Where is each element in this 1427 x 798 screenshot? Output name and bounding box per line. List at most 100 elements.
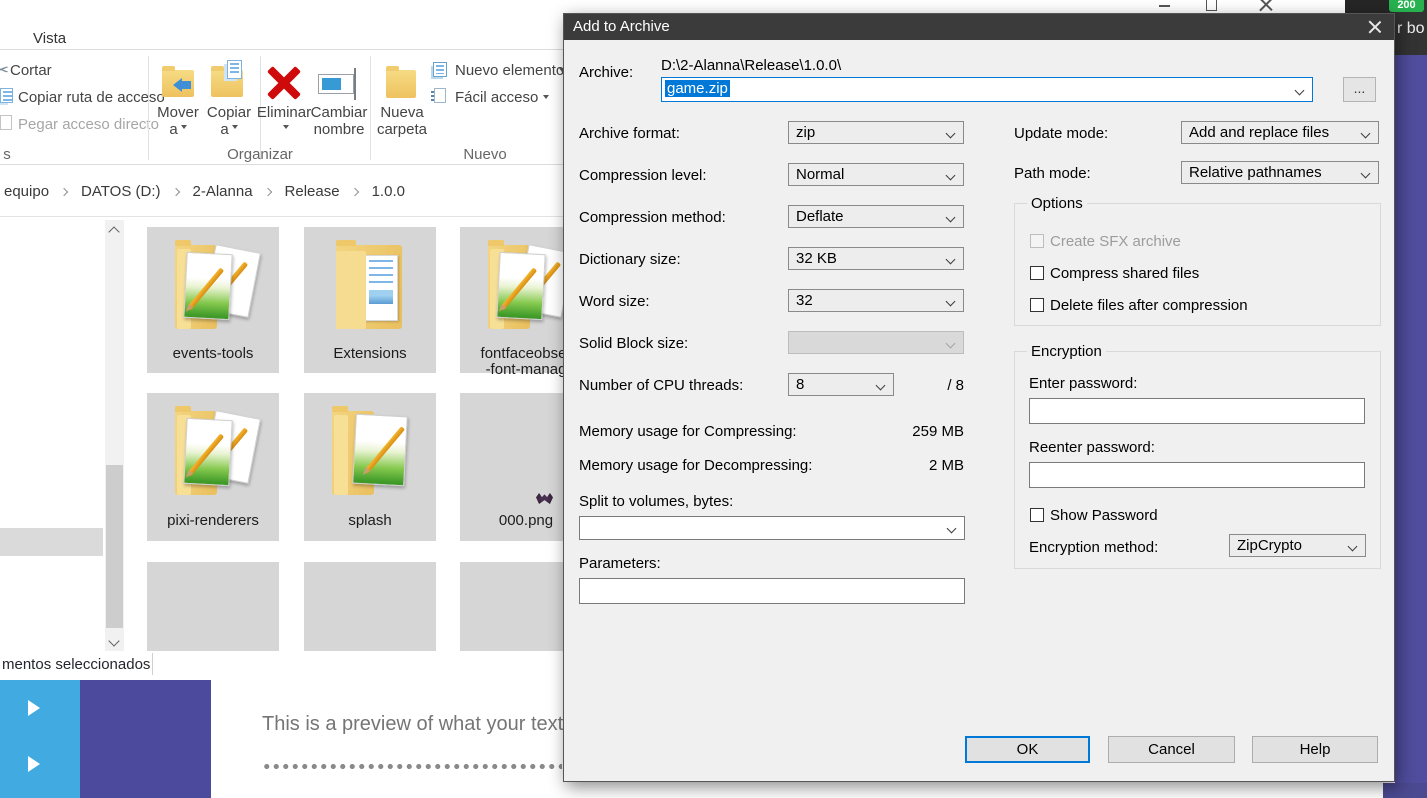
browse-button[interactable]: ... xyxy=(1343,77,1376,102)
chevron-down-icon xyxy=(1361,129,1371,139)
file-name: Extensions xyxy=(304,346,436,362)
archive-name-combobox[interactable]: game.zip xyxy=(661,77,1313,102)
ribbon-copy-path-button[interactable]: Copiar ruta de acceso xyxy=(18,89,165,106)
update-mode-select[interactable]: Add and replace files xyxy=(1181,121,1379,144)
ok-button[interactable]: OK xyxy=(965,736,1090,763)
cpu-threads-select[interactable]: 8 xyxy=(788,373,894,396)
tab-vista[interactable]: Vista xyxy=(33,30,66,47)
vertical-scrollbar[interactable] xyxy=(105,220,124,651)
preview-purple-panel xyxy=(80,680,211,798)
play-arrow-icon[interactable] xyxy=(28,756,48,772)
new-item-icon xyxy=(433,62,447,77)
file-tile[interactable]: splash xyxy=(304,393,436,541)
folder-notepad-icon xyxy=(476,235,576,339)
compression-method-label: Compression method: xyxy=(579,209,726,226)
encryption-groupbox: Encryption Enter password: Reenter passw… xyxy=(1014,351,1381,569)
file-tile[interactable]: Extensions xyxy=(304,227,436,373)
breadcrumb-item[interactable]: Release xyxy=(283,181,342,202)
play-arrow-icon[interactable] xyxy=(28,700,48,716)
ribbon-cut-button[interactable]: Cortar xyxy=(10,62,52,79)
dialog-titlebar[interactable]: Add to Archive xyxy=(564,14,1394,40)
folder-notepad-icon xyxy=(163,235,263,339)
path-mode-select[interactable]: Relative pathnames xyxy=(1181,161,1379,184)
scroll-up-icon[interactable] xyxy=(108,226,119,237)
chevron-down-icon xyxy=(946,255,956,265)
split-volumes-combobox[interactable] xyxy=(579,516,965,540)
scrollbar-thumb[interactable] xyxy=(106,465,123,628)
archive-format-select[interactable]: zip xyxy=(788,121,964,144)
dialog-close-icon[interactable] xyxy=(1366,19,1382,35)
minimize-icon[interactable] xyxy=(1159,5,1170,7)
image-file-icon xyxy=(476,401,576,505)
preview-blue-panel xyxy=(0,680,80,798)
chevron-down-icon xyxy=(946,129,956,139)
folder-notepad-icon xyxy=(320,401,420,505)
preview-text: This is a preview of what your text xyxy=(262,713,563,736)
cpu-threads-max: / 8 xyxy=(914,377,964,394)
nav-pane-selected-item[interactable] xyxy=(0,528,103,556)
delete-after-checkbox[interactable] xyxy=(1030,298,1044,312)
encryption-method-label: Encryption method: xyxy=(1029,539,1158,556)
easy-access-icon xyxy=(434,88,446,103)
create-sfx-checkbox xyxy=(1030,234,1044,248)
maximize-icon[interactable] xyxy=(1206,0,1217,11)
chevron-down-icon xyxy=(946,171,956,181)
dropdown-arrow-icon xyxy=(232,125,238,132)
compression-level-label: Compression level: xyxy=(579,167,707,184)
add-to-archive-dialog: Add to Archive Archive: D:\2-Alanna\Rele… xyxy=(563,13,1395,782)
cpu-threads-label: Number of CPU threads: xyxy=(579,377,743,394)
chevron-down-icon xyxy=(876,381,886,391)
parameters-input[interactable] xyxy=(579,578,965,604)
background-text-fragment: r bo xyxy=(1397,20,1425,38)
compress-shared-checkbox[interactable] xyxy=(1030,266,1044,280)
file-name: pixi-renderers xyxy=(147,513,279,529)
word-size-label: Word size: xyxy=(579,293,650,310)
reenter-password-input[interactable] xyxy=(1029,462,1365,488)
new-folder-icon xyxy=(386,70,416,98)
breadcrumb: equipo DATOS (D:) 2-Alanna Release 1.0.0 xyxy=(2,181,407,202)
file-tile[interactable]: pixi-renderers xyxy=(147,393,279,541)
show-password-label: Show Password xyxy=(1050,507,1158,524)
cancel-button[interactable]: Cancel xyxy=(1108,736,1235,763)
archive-filename: game.zip xyxy=(665,80,730,97)
scroll-down-icon[interactable] xyxy=(108,635,119,646)
file-name: events-tools xyxy=(147,346,279,362)
breadcrumb-item[interactable]: 2-Alanna xyxy=(191,181,255,202)
archive-directory: D:\2-Alanna\Release\1.0.0\ xyxy=(661,57,841,74)
status-separator xyxy=(152,653,153,675)
chevron-down-icon xyxy=(946,213,956,223)
bat-icon xyxy=(536,493,553,504)
chevron-down-icon[interactable] xyxy=(1295,86,1305,96)
archive-format-label: Archive format: xyxy=(579,125,680,142)
scissors-icon xyxy=(0,60,9,81)
chevron-right-icon xyxy=(263,187,271,195)
rename-icon xyxy=(318,74,354,94)
compression-method-select[interactable]: Deflate xyxy=(788,205,964,228)
dropdown-arrow-icon xyxy=(283,125,289,132)
word-size-select[interactable]: 32 xyxy=(788,289,964,312)
new-group-label: Nuevo xyxy=(420,146,550,163)
breadcrumb-item[interactable]: DATOS (D:) xyxy=(79,181,162,202)
show-password-checkbox[interactable] xyxy=(1030,508,1044,522)
close-icon[interactable] xyxy=(1258,0,1273,12)
clipboard-group-label: s xyxy=(0,146,14,163)
encryption-method-select[interactable]: ZipCrypto xyxy=(1229,534,1366,557)
memory-decompress-label: Memory usage for Decompressing: xyxy=(579,457,812,474)
folder-notepad-icon xyxy=(163,401,263,505)
delete-x-icon xyxy=(265,66,303,100)
dictionary-size-select[interactable]: 32 KB xyxy=(788,247,964,270)
breadcrumb-item[interactable]: equipo xyxy=(2,181,51,202)
file-tile[interactable] xyxy=(304,562,436,651)
enter-password-label: Enter password: xyxy=(1029,375,1137,392)
compression-level-select[interactable]: Normal xyxy=(788,163,964,186)
file-tile[interactable]: events-tools xyxy=(147,227,279,373)
chevron-right-icon xyxy=(171,187,179,195)
breadcrumb-item[interactable]: 1.0.0 xyxy=(370,181,407,202)
enter-password-input[interactable] xyxy=(1029,398,1365,424)
archive-label: Archive: xyxy=(579,64,633,81)
file-tile[interactable] xyxy=(147,562,279,651)
memory-compress-label: Memory usage for Compressing: xyxy=(579,423,797,440)
help-button[interactable]: Help xyxy=(1252,736,1378,763)
ribbon-divider xyxy=(148,56,149,160)
chevron-down-icon xyxy=(1361,169,1371,179)
